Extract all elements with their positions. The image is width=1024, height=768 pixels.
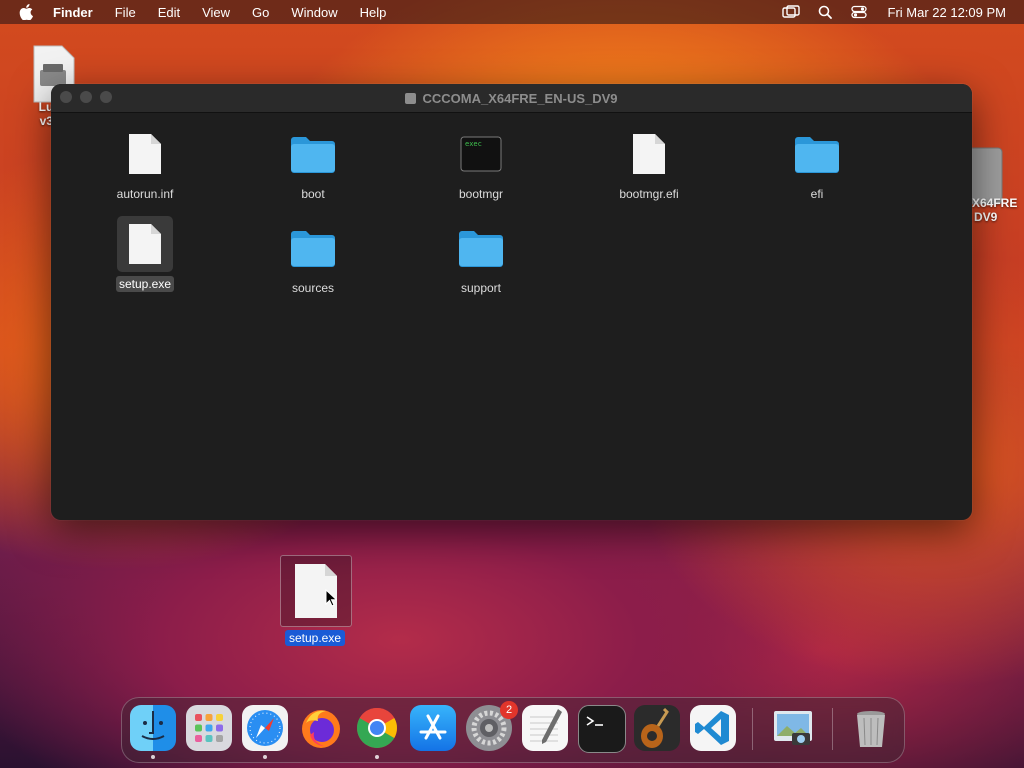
file-label: bootmgr.efi [619, 187, 679, 201]
file-label: sources [291, 281, 335, 295]
dock-trash-icon[interactable] [848, 705, 894, 751]
drag-preview-box [280, 555, 352, 627]
finder-window[interactable]: CCCOMA_X64FRE_EN-US_DV9 autorun.inf boot… [51, 84, 972, 520]
menu-go[interactable]: Go [252, 5, 269, 20]
file-label: efi [810, 187, 824, 201]
dock-firefox-icon[interactable] [298, 705, 344, 751]
svg-text:exec: exec [465, 140, 482, 148]
dock-preview-icon[interactable] [770, 705, 816, 751]
chrome-running-indicator [375, 755, 379, 759]
dock-app-store-icon[interactable] [410, 705, 456, 751]
dock-garageband-icon[interactable] [634, 705, 680, 751]
menu-window[interactable]: Window [291, 5, 337, 20]
dock-chrome-icon[interactable] [354, 705, 400, 751]
exec-terminal-icon: exec [453, 126, 509, 182]
folder-icon [453, 220, 509, 276]
folder-sources[interactable]: sources [253, 220, 373, 296]
dock-vscode-icon[interactable] [690, 705, 736, 751]
dock-separator [752, 708, 753, 750]
dragged-file-label: setup.exe [284, 630, 346, 646]
spotlight-search-icon[interactable] [816, 5, 834, 19]
dock-finder-icon[interactable] [130, 705, 176, 751]
mouse-pointer-icon [325, 589, 337, 607]
disk-image-icon [405, 93, 417, 104]
dock: 2 [121, 697, 905, 763]
dock-system-settings-icon[interactable]: 2 [466, 701, 518, 751]
folder-efi[interactable]: efi [757, 126, 877, 202]
safari-running-indicator [263, 755, 267, 759]
file-label: support [460, 281, 502, 295]
document-icon [117, 216, 173, 272]
window-title: CCCOMA_X64FRE_EN-US_DV9 [51, 91, 972, 106]
dock-terminal-icon[interactable] [578, 705, 626, 753]
apple-menu-icon[interactable] [19, 4, 33, 20]
menu-file[interactable]: File [115, 5, 136, 20]
menu-app-finder[interactable]: Finder [53, 5, 93, 20]
file-autorun-inf[interactable]: autorun.inf [85, 126, 205, 202]
menu-help[interactable]: Help [360, 5, 387, 20]
folder-icon [285, 126, 341, 182]
folder-icon [285, 220, 341, 276]
control-center-icon[interactable] [850, 5, 868, 19]
document-icon [117, 126, 173, 182]
folder-support[interactable]: support [421, 220, 541, 296]
menu-bar: Finder File Edit View Go Window Help Fri… [0, 0, 1024, 24]
menu-edit[interactable]: Edit [158, 5, 180, 20]
file-label: boot [301, 187, 325, 201]
dock-textedit-icon[interactable] [522, 705, 568, 751]
dock-separator [832, 708, 833, 750]
document-icon [621, 126, 677, 182]
file-label: autorun.inf [116, 187, 174, 201]
file-setup-exe[interactable]: setup.exe [85, 216, 205, 292]
finder-running-indicator [151, 755, 155, 759]
folder-boot[interactable]: boot [253, 126, 373, 202]
notification-badge: 2 [500, 701, 518, 719]
file-label: bootmgr [458, 187, 504, 201]
menu-view[interactable]: View [202, 5, 230, 20]
menubar-clock[interactable]: Fri Mar 22 12:09 PM [888, 5, 1007, 20]
window-titlebar[interactable]: CCCOMA_X64FRE_EN-US_DV9 [51, 84, 972, 113]
file-bootmgr-efi[interactable]: bootmgr.efi [589, 126, 709, 202]
window-title-text: CCCOMA_X64FRE_EN-US_DV9 [422, 91, 618, 106]
screen-mirroring-icon[interactable] [781, 5, 800, 19]
file-label: setup.exe [115, 276, 175, 292]
dragged-setup-exe[interactable]: setup.exe [280, 555, 352, 647]
folder-icon [789, 126, 845, 182]
file-bootmgr[interactable]: exec bootmgr [421, 126, 541, 202]
desktop-icon-label-line2: DV9 [974, 210, 998, 224]
desktop-icon-label-line1: X64FRE [972, 196, 1018, 210]
dock-safari-icon[interactable] [242, 705, 288, 751]
dock-launchpad-icon[interactable] [186, 705, 232, 751]
